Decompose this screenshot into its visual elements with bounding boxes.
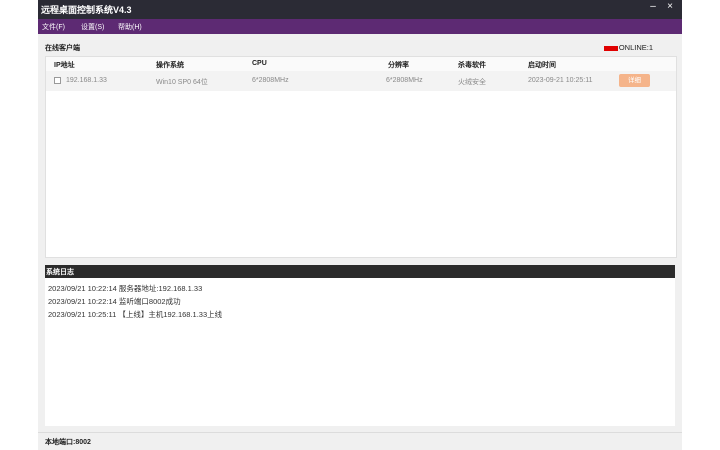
log-panel[interactable]: 2023/09/21 10:22:14 服务器地址:192.168.1.33 2… [45, 278, 675, 426]
client-list-header: IP地址 操作系统 CPU 分辨率 杀毒软件 启动时间 [46, 57, 676, 71]
cell-resolution: 6*2808MHz [386, 77, 423, 84]
column-header-resolution[interactable]: 分辨率 [388, 60, 409, 70]
cell-cpu: 6*2808MHz [252, 77, 289, 84]
column-header-antivirus[interactable]: 杀毒软件 [458, 60, 486, 70]
row-checkbox[interactable] [54, 77, 61, 84]
cell-start-time: 2023-09-21 10:25:11 [528, 77, 593, 84]
title-bar[interactable]: 远程桌面控制系统V4.3 – × [38, 0, 682, 19]
close-button[interactable]: × [663, 1, 677, 12]
column-header-ip[interactable]: IP地址 [54, 60, 75, 70]
column-header-os[interactable]: 操作系统 [156, 60, 184, 70]
table-row[interactable]: 192.168.1.33 Win10 SP0 64位 6*2808MHz 6*2… [46, 71, 676, 91]
window-title: 远程桌面控制系统V4.3 [41, 5, 132, 15]
app-window: 远程桌面控制系统V4.3 – × 文件(F) 设置(S) 帮助(H) 在线客户端… [38, 0, 682, 450]
online-indicator: ONLINE:1 [603, 43, 653, 52]
minimize-button[interactable]: – [646, 1, 660, 12]
menu-settings[interactable]: 设置(S) [81, 22, 104, 32]
log-line: 2023/09/21 10:22:14 监听端口8002成功 [48, 297, 181, 306]
menu-file[interactable]: 文件(F) [42, 22, 65, 32]
menu-help[interactable]: 帮助(H) [118, 22, 142, 32]
column-header-start-time[interactable]: 启动时间 [528, 60, 556, 70]
online-status-bar [603, 45, 618, 51]
log-line: 2023/09/21 10:25:11 【上线】主机192.168.1.33上线 [48, 310, 223, 319]
status-divider [38, 432, 682, 433]
online-count: ONLINE:1 [618, 43, 653, 52]
log-line: 2023/09/21 10:22:14 服务器地址:192.168.1.33 [48, 284, 203, 293]
status-bar-text: 本地端口:8002 [45, 439, 91, 446]
client-list[interactable]: IP地址 操作系统 CPU 分辨率 杀毒软件 启动时间 192.168.1.33… [45, 56, 677, 258]
log-title-text: 系统日志 [46, 269, 74, 276]
cell-os: Win10 SP0 64位 [156, 79, 208, 86]
clients-section-title: 在线客户端 [45, 45, 80, 52]
cell-ip: 192.168.1.33 [66, 77, 107, 84]
cell-antivirus: 火绒安全 [458, 79, 486, 86]
column-header-cpu[interactable]: CPU [252, 60, 267, 67]
menu-bar: 文件(F) 设置(S) 帮助(H) [38, 19, 682, 34]
details-button[interactable]: 详细 [619, 74, 650, 87]
log-section-title: 系统日志 [45, 265, 675, 278]
